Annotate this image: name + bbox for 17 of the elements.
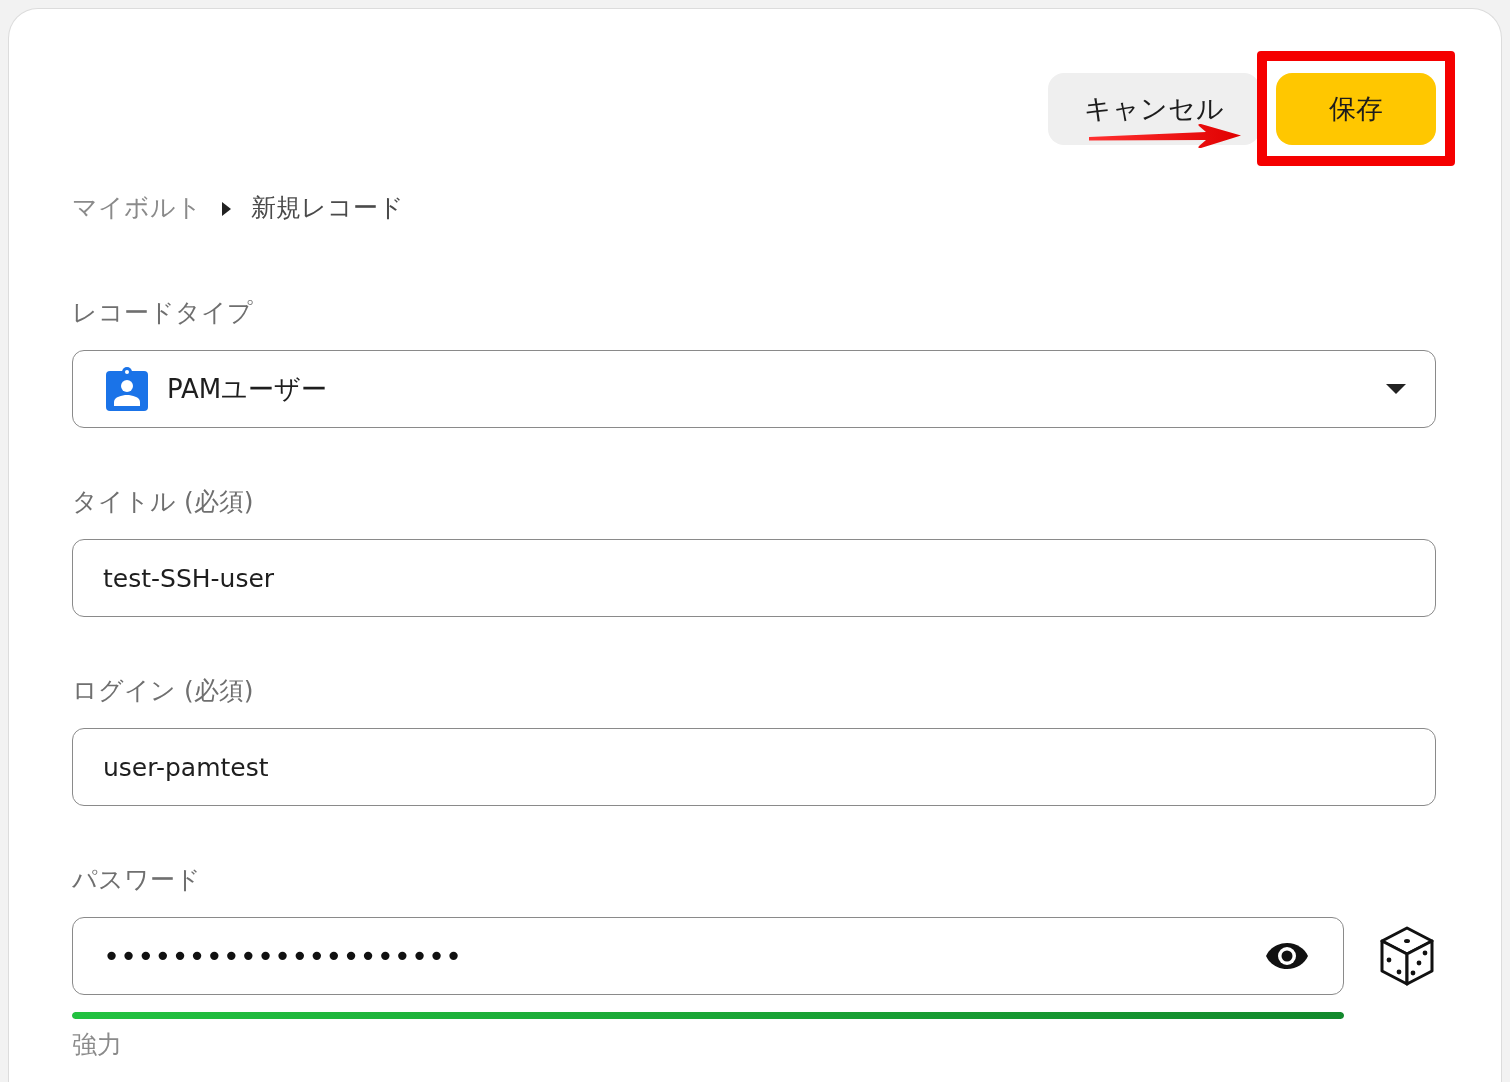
cancel-button[interactable]: キャンセル (1048, 73, 1260, 145)
breadcrumb-current: 新規レコード (251, 192, 404, 224)
field-label: パスワード (72, 864, 201, 896)
text-input[interactable]: test-SSH-user (72, 539, 1436, 617)
text-input[interactable]: user-pamtest (72, 728, 1436, 806)
caret-icon (222, 202, 231, 216)
field-label: レコードタイプ (72, 297, 253, 329)
dice-icon[interactable] (1380, 926, 1434, 986)
strength-label: 強力 (72, 1029, 122, 1061)
save-button[interactable]: 保存 (1276, 73, 1436, 145)
caret-icon (1386, 384, 1406, 394)
record-type-dropdown[interactable]: PAMユーザー (72, 350, 1436, 428)
password-input[interactable]: ••••••••••••••••••••• (72, 917, 1344, 995)
field-label: ログイン (必須) (72, 675, 254, 707)
eye-icon[interactable] (1266, 942, 1308, 970)
person-badge-icon (106, 367, 148, 411)
field-label: タイトル (必須) (72, 486, 254, 518)
